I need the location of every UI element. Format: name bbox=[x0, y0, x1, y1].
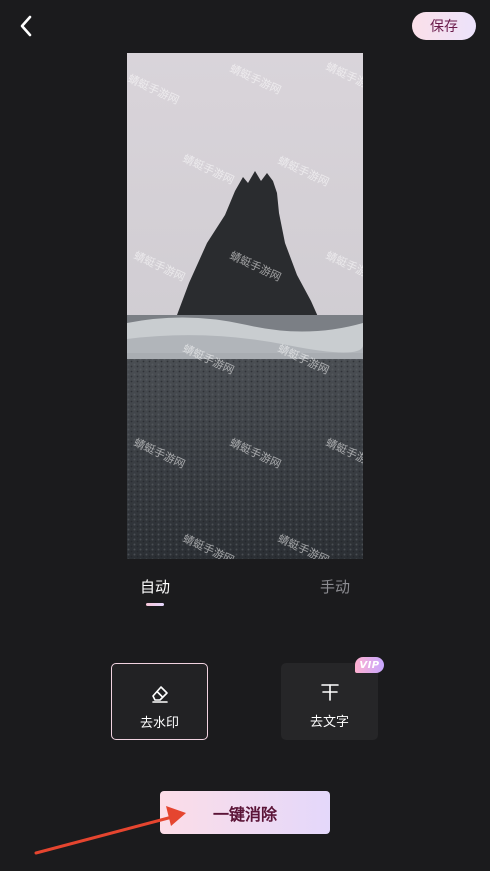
chevron-left-icon bbox=[20, 15, 32, 37]
one-click-remove-button[interactable]: 一键消除 bbox=[160, 791, 330, 834]
back-button[interactable] bbox=[14, 12, 40, 40]
remove-text-label: 去文字 bbox=[309, 715, 349, 730]
text-strikethrough-icon bbox=[320, 684, 339, 701]
remove-text-button[interactable]: 去文字 bbox=[281, 663, 378, 740]
save-button[interactable]: 保存 bbox=[412, 12, 476, 40]
tab-manual[interactable]: 手动 bbox=[320, 576, 350, 597]
preview-photo: 蜻蜓手游网 蜻蜓手游网 蜻蜓手游网 蜻蜓手游网 蜻蜓手游网 蜻蜓手游网 蜻蜓手游… bbox=[127, 53, 363, 559]
active-tab-indicator bbox=[146, 603, 164, 606]
remove-watermark-button[interactable]: 去水印 bbox=[111, 663, 208, 740]
vip-badge: VIP bbox=[355, 657, 384, 673]
eraser-icon bbox=[151, 686, 168, 703]
remove-watermark-label: 去水印 bbox=[139, 716, 179, 731]
tab-auto[interactable]: 自动 bbox=[140, 576, 170, 597]
image-preview: 蜻蜓手游网 蜻蜓手游网 蜻蜓手游网 蜻蜓手游网 蜻蜓手游网 蜻蜓手游网 蜻蜓手游… bbox=[127, 53, 363, 559]
